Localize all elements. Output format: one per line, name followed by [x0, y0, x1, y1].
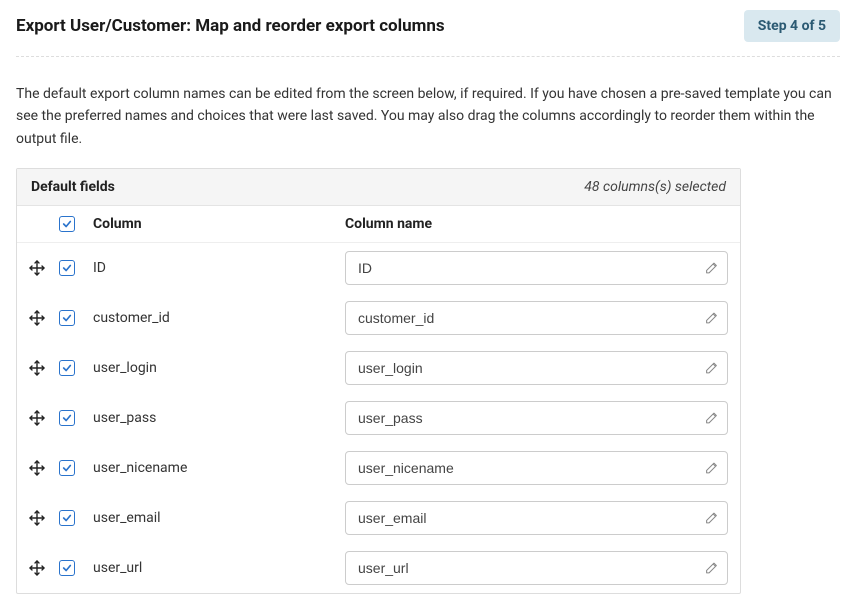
drag-handle-icon[interactable] [29, 410, 59, 426]
table-header-row: Column Column name [17, 206, 740, 243]
header-column-name-label: Column name [345, 216, 728, 232]
row-checkbox[interactable] [59, 510, 75, 526]
header-column-label: Column [87, 216, 345, 232]
table-row: ID [17, 243, 740, 293]
columns-table: Default fields 48 columns(s) selected Co… [16, 168, 741, 594]
drag-handle-icon[interactable] [29, 560, 59, 576]
column-name-input[interactable] [345, 401, 728, 435]
drag-handle-icon[interactable] [29, 460, 59, 476]
column-source-label: user_pass [93, 410, 156, 426]
column-name-input[interactable] [345, 301, 728, 335]
drag-handle-icon[interactable] [29, 310, 59, 326]
table-row: user_url [17, 543, 740, 593]
page-title: Export User/Customer: Map and reorder ex… [16, 16, 445, 36]
selected-count: 48 columns(s) selected [584, 179, 726, 195]
column-name-input[interactable] [345, 501, 728, 535]
column-source-label: user_login [93, 360, 157, 376]
pencil-icon[interactable] [705, 362, 718, 375]
pencil-icon[interactable] [705, 562, 718, 575]
table-row: user_nicename [17, 443, 740, 493]
column-source-label: user_url [93, 560, 142, 576]
table-row: user_login [17, 343, 740, 393]
drag-handle-icon[interactable] [29, 260, 59, 276]
column-name-input[interactable] [345, 351, 728, 385]
column-source-label: customer_id [93, 310, 170, 326]
row-checkbox[interactable] [59, 360, 75, 376]
column-source-label: user_nicename [93, 460, 187, 476]
page-description: The default export column names can be e… [16, 57, 840, 168]
row-checkbox[interactable] [59, 410, 75, 426]
pencil-icon[interactable] [705, 512, 718, 525]
row-checkbox[interactable] [59, 260, 75, 276]
pencil-icon[interactable] [705, 462, 718, 475]
table-row: user_pass [17, 393, 740, 443]
row-checkbox[interactable] [59, 310, 75, 326]
step-indicator: Step 4 of 5 [744, 10, 840, 42]
column-source-label: ID [93, 260, 106, 276]
column-source-label: user_email [93, 510, 161, 526]
pencil-icon[interactable] [705, 312, 718, 325]
row-checkbox[interactable] [59, 560, 75, 576]
column-name-input[interactable] [345, 551, 728, 585]
column-name-input[interactable] [345, 451, 728, 485]
section-title: Default fields [31, 179, 115, 195]
pencil-icon[interactable] [705, 412, 718, 425]
select-all-checkbox[interactable] [59, 216, 75, 232]
table-section-header: Default fields 48 columns(s) selected [17, 169, 740, 206]
row-checkbox[interactable] [59, 460, 75, 476]
drag-handle-icon[interactable] [29, 360, 59, 376]
column-name-input[interactable] [345, 251, 728, 285]
table-row: customer_id [17, 293, 740, 343]
table-row: user_email [17, 493, 740, 543]
pencil-icon[interactable] [705, 262, 718, 275]
drag-handle-icon[interactable] [29, 510, 59, 526]
